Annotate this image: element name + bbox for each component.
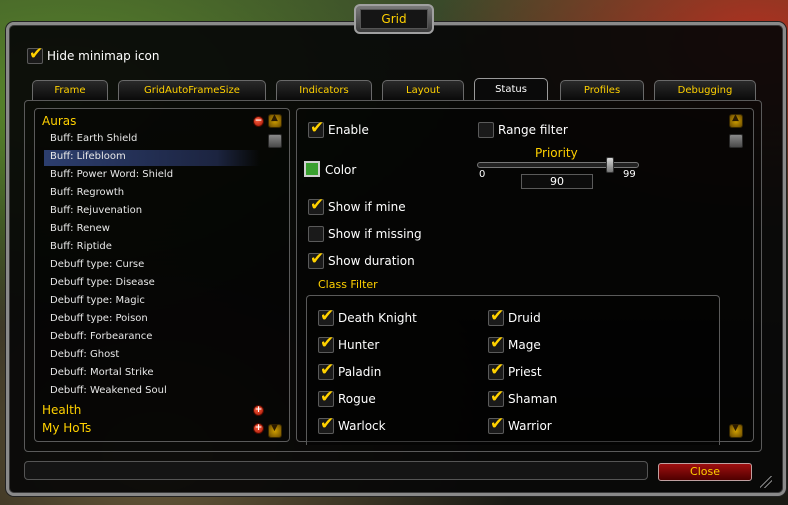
show-if-mine-checkbox[interactable] <box>308 195 324 215</box>
tree-group-health[interactable]: Health <box>42 403 81 417</box>
tree-group-my-hots[interactable]: My HoTs <box>42 421 91 435</box>
status-text-bar <box>24 461 648 480</box>
class-druid-checkbox[interactable] <box>488 306 504 326</box>
resize-grip-icon[interactable] <box>760 476 772 488</box>
range-filter-checkbox[interactable] <box>478 122 494 138</box>
show-if-missing-label: Show if missing <box>328 227 422 241</box>
tree-group-auras[interactable]: Auras <box>42 114 76 128</box>
priority-min-label: 0 <box>479 169 486 180</box>
class-warrior-checkbox[interactable] <box>488 414 504 434</box>
class-druid-label: Druid <box>508 311 541 325</box>
class-shaman-checkbox[interactable] <box>488 387 504 407</box>
color-label: Color <box>325 163 357 177</box>
options-scrollbar-thumb[interactable] <box>729 134 743 148</box>
priority-slider-thumb[interactable] <box>606 157 614 173</box>
tab-indicators[interactable]: Indicators <box>276 80 372 100</box>
class-filter-heading: Class Filter <box>318 278 378 291</box>
tree-item-rejuvenation[interactable]: Buff: Rejuvenation <box>50 205 142 216</box>
priority-max-label: 99 <box>623 169 636 180</box>
expand-my-hots-icon[interactable]: + <box>253 423 264 434</box>
tab-frame[interactable]: Frame <box>32 80 108 100</box>
close-button[interactable]: Close <box>658 463 752 481</box>
tab-gridautoframesize[interactable]: GridAutoFrameSize <box>118 80 266 100</box>
hide-minimap-label: Hide minimap icon <box>47 49 160 63</box>
show-duration-checkbox[interactable] <box>308 249 324 269</box>
enable-checkbox[interactable] <box>308 118 324 138</box>
tab-layout[interactable]: Layout <box>382 80 464 100</box>
tree-item-weakened-soul[interactable]: Debuff: Weakened Soul <box>50 385 167 396</box>
class-priest-checkbox[interactable] <box>488 360 504 380</box>
tree-item-riptide[interactable]: Buff: Riptide <box>50 241 112 252</box>
hide-minimap-checkbox[interactable] <box>27 44 43 64</box>
show-if-missing-checkbox[interactable] <box>308 226 324 242</box>
class-paladin-checkbox[interactable] <box>318 360 334 380</box>
class-hunter-checkbox[interactable] <box>318 333 334 353</box>
tree-item-power-word-shield[interactable]: Buff: Power Word: Shield <box>50 169 173 180</box>
range-filter-label: Range filter <box>498 123 568 137</box>
collapse-auras-icon[interactable]: − <box>253 116 264 127</box>
enable-label: Enable <box>328 123 369 137</box>
class-mage-checkbox[interactable] <box>488 333 504 353</box>
tree-item-debuff-poison[interactable]: Debuff type: Poison <box>50 313 148 324</box>
tab-status[interactable]: Status <box>474 78 548 100</box>
class-rogue-label: Rogue <box>338 392 376 406</box>
color-swatch[interactable] <box>304 161 320 177</box>
tree-item-debuff-disease[interactable]: Debuff type: Disease <box>50 277 155 288</box>
tab-debugging[interactable]: Debugging <box>654 80 756 100</box>
tree-item-debuff-magic[interactable]: Debuff type: Magic <box>50 295 145 306</box>
class-death-knight-checkbox[interactable] <box>318 306 334 326</box>
show-duration-label: Show duration <box>328 254 415 268</box>
tree-scrollbar-thumb[interactable] <box>268 134 282 148</box>
show-if-mine-label: Show if mine <box>328 200 406 214</box>
class-warlock-label: Warlock <box>338 419 386 433</box>
class-mage-label: Mage <box>508 338 541 352</box>
tree-scroll-down-icon[interactable] <box>268 423 282 438</box>
class-shaman-label: Shaman <box>508 392 558 406</box>
class-priest-label: Priest <box>508 365 542 379</box>
tree-item-debuff-curse[interactable]: Debuff type: Curse <box>50 259 144 270</box>
class-warrior-label: Warrior <box>508 419 552 433</box>
tree-item-earth-shield[interactable]: Buff: Earth Shield <box>50 133 137 144</box>
tree-item-mortal-strike[interactable]: Debuff: Mortal Strike <box>50 367 154 378</box>
priority-label: Priority <box>535 146 578 160</box>
class-warlock-checkbox[interactable] <box>318 414 334 434</box>
priority-slider-track[interactable] <box>477 162 639 168</box>
tab-profiles[interactable]: Profiles <box>560 80 644 100</box>
window-title-plate[interactable]: Grid <box>354 4 434 34</box>
tree-item-forbearance[interactable]: Debuff: Forbearance <box>50 331 152 342</box>
class-paladin-label: Paladin <box>338 365 382 379</box>
class-hunter-label: Hunter <box>338 338 380 352</box>
class-rogue-checkbox[interactable] <box>318 387 334 407</box>
tree-item-regrowth[interactable]: Buff: Regrowth <box>50 187 124 198</box>
options-scroll-down-icon[interactable] <box>729 423 743 438</box>
tree-item-ghost[interactable]: Debuff: Ghost <box>50 349 119 360</box>
expand-health-icon[interactable]: + <box>253 405 264 416</box>
class-death-knight-label: Death Knight <box>338 311 417 325</box>
tree-item-lifebloom[interactable]: Buff: Lifebloom <box>50 151 126 162</box>
window-title: Grid <box>360 9 428 29</box>
tree-scroll-up-icon[interactable] <box>268 113 282 128</box>
tree-item-renew[interactable]: Buff: Renew <box>50 223 110 234</box>
priority-value-input[interactable]: 90 <box>521 174 593 189</box>
options-scroll-up-icon[interactable] <box>729 113 743 128</box>
